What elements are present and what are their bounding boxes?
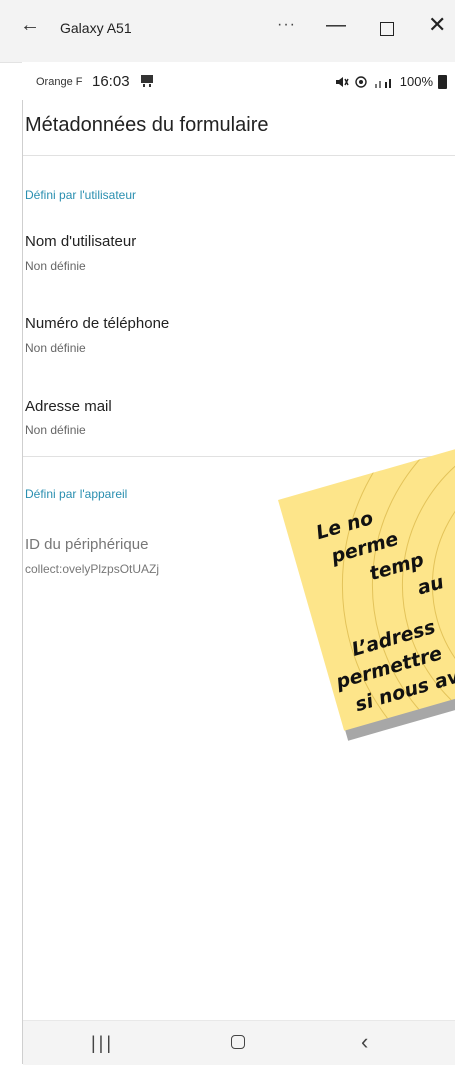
home-icon[interactable] (231, 1035, 245, 1049)
recent-apps-icon[interactable]: ||| (91, 1033, 114, 1054)
sticky-note: Le no perme temp au L’adress permettre s… (278, 431, 455, 731)
sticky-note-layer: Le no perme temp au L’adress permettre s… (0, 0, 455, 1020)
back-icon[interactable]: ‹ (361, 1029, 368, 1055)
android-navbar: ||| ‹ (23, 1020, 455, 1065)
